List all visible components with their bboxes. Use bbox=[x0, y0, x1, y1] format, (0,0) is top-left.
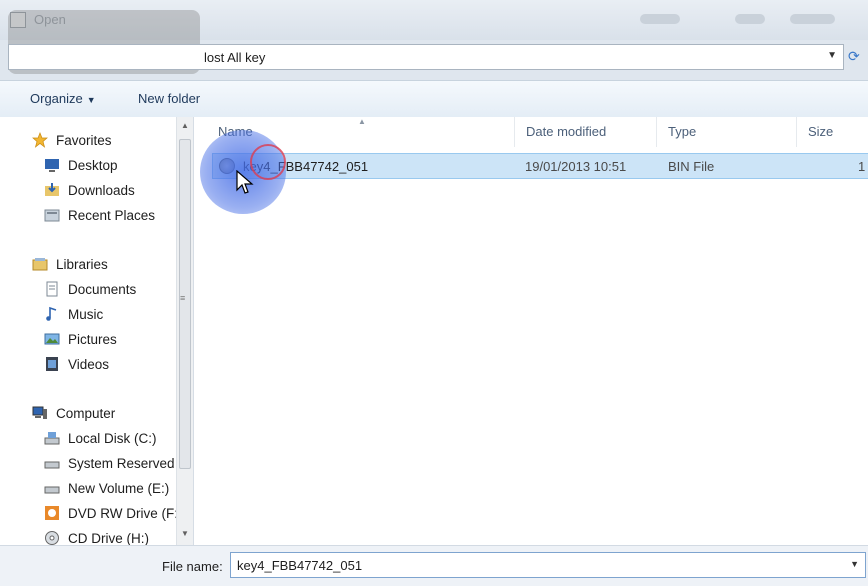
nav-item-label: Desktop bbox=[68, 157, 118, 173]
recent-places-icon bbox=[44, 209, 60, 222]
nav-scrollbar[interactable]: ▲ ≡ ▼ bbox=[176, 117, 193, 545]
sort-ascending-icon: ▲ bbox=[358, 117, 366, 126]
nav-favorites-label: Favorites bbox=[56, 132, 112, 148]
mouse-cursor-icon bbox=[236, 170, 254, 194]
pictures-icon bbox=[44, 333, 60, 345]
chevron-down-icon: ▼ bbox=[86, 95, 96, 105]
file-name-label: File name: bbox=[162, 559, 223, 574]
nav-scroll-thumb[interactable] bbox=[179, 139, 191, 469]
computer-icon bbox=[32, 406, 47, 419]
organize-label: Organize bbox=[30, 91, 83, 106]
command-bar: Organize ▼ New folder bbox=[0, 80, 868, 118]
nav-item-label: Documents bbox=[68, 281, 137, 297]
navigation-pane: Favorites Desktop Downloads Recent Place… bbox=[0, 117, 194, 545]
videos-icon bbox=[46, 357, 58, 371]
nav-item-label: System Reserved bbox=[68, 455, 175, 471]
nav-item-desktop[interactable]: Desktop bbox=[44, 153, 193, 177]
file-type: BIN File bbox=[668, 159, 715, 174]
nav-item-label: Local Disk (C:) bbox=[68, 430, 157, 446]
file-name-value: key4_FBB47742_051 bbox=[237, 558, 363, 573]
column-header-size[interactable]: Size bbox=[808, 117, 833, 147]
nav-item-system-reserved[interactable]: System Reserved bbox=[44, 451, 193, 475]
nav-item-pictures[interactable]: Pictures bbox=[44, 327, 193, 351]
nav-item-label: New Volume (E:) bbox=[68, 480, 170, 496]
cd-drive-icon bbox=[45, 531, 59, 545]
documents-icon bbox=[46, 281, 58, 297]
nav-item-label: Videos bbox=[68, 356, 110, 372]
title-blur-1 bbox=[640, 14, 680, 24]
title-blur-3 bbox=[790, 14, 835, 24]
nav-item-downloads[interactable]: Downloads bbox=[44, 178, 193, 202]
nav-computer[interactable]: Computer bbox=[32, 401, 193, 425]
chevron-down-icon[interactable]: ▼ bbox=[850, 559, 859, 569]
file-list: ▲ Name Date modified Type Size key4_FBB4… bbox=[194, 117, 868, 545]
downloads-icon bbox=[45, 183, 59, 196]
drive-icon bbox=[44, 486, 60, 494]
column-header-type[interactable]: Type bbox=[668, 117, 696, 147]
column-separator[interactable] bbox=[514, 117, 515, 147]
file-row-selected[interactable]: key4_FBB47742_051 19/01/2013 10:51 BIN F… bbox=[212, 153, 868, 179]
nav-item-local-disk[interactable]: Local Disk (C:) bbox=[44, 426, 193, 450]
click-ring bbox=[250, 144, 286, 180]
nav-item-label: CD Drive (H:) bbox=[68, 530, 149, 546]
nav-favorites[interactable]: Favorites bbox=[32, 128, 193, 152]
column-header-date[interactable]: Date modified bbox=[526, 117, 606, 147]
nav-libraries-label: Libraries bbox=[56, 256, 108, 272]
address-bar[interactable]: lost All key ▼ bbox=[8, 44, 844, 70]
address-path: lost All key bbox=[204, 50, 266, 65]
column-separator[interactable] bbox=[656, 117, 657, 147]
scroll-up-icon[interactable]: ▲ bbox=[181, 121, 189, 130]
nav-item-cd-drive[interactable]: CD Drive (H:) bbox=[44, 526, 193, 546]
drive-icon bbox=[44, 461, 60, 469]
libraries-icon bbox=[32, 258, 48, 271]
nav-computer-label: Computer bbox=[56, 405, 116, 421]
nav-item-label: DVD RW Drive (F: bbox=[68, 505, 178, 521]
file-name-input[interactable]: key4_FBB47742_051 ▼ bbox=[230, 552, 866, 578]
title-blur-2 bbox=[735, 14, 765, 24]
address-dropdown-icon[interactable]: ▼ bbox=[827, 50, 837, 61]
nav-item-label: Recent Places bbox=[68, 207, 156, 223]
nav-item-videos[interactable]: Videos bbox=[44, 352, 193, 376]
desktop-icon bbox=[45, 159, 59, 172]
nav-libraries[interactable]: Libraries bbox=[32, 252, 193, 276]
nav-item-recent-places[interactable]: Recent Places bbox=[44, 203, 193, 227]
nav-item-label: Pictures bbox=[68, 331, 117, 347]
drive-icon bbox=[44, 432, 60, 445]
grip-icon: ≡ bbox=[180, 293, 186, 303]
new-folder-button[interactable]: New folder bbox=[138, 91, 200, 106]
organize-button[interactable]: Organize ▼ bbox=[30, 91, 96, 106]
scroll-down-icon[interactable]: ▼ bbox=[181, 529, 189, 538]
file-date: 19/01/2013 10:51 bbox=[525, 159, 627, 174]
file-name-bar: File name: key4_FBB47742_051 ▼ bbox=[0, 545, 868, 586]
star-icon bbox=[32, 132, 48, 148]
nav-item-dvd-drive[interactable]: DVD RW Drive (F: bbox=[44, 501, 193, 525]
refresh-icon[interactable]: ⟳ bbox=[848, 48, 868, 68]
nav-item-documents[interactable]: Documents bbox=[44, 277, 193, 301]
nav-item-new-volume[interactable]: New Volume (E:) bbox=[44, 476, 193, 500]
nav-item-label: Music bbox=[68, 306, 104, 322]
column-separator[interactable] bbox=[796, 117, 797, 147]
dvd-drive-icon bbox=[45, 506, 59, 520]
music-icon bbox=[46, 306, 57, 321]
nav-item-label: Downloads bbox=[68, 182, 135, 198]
nav-item-music[interactable]: Music bbox=[44, 302, 193, 326]
file-size: 1 bbox=[858, 159, 866, 174]
